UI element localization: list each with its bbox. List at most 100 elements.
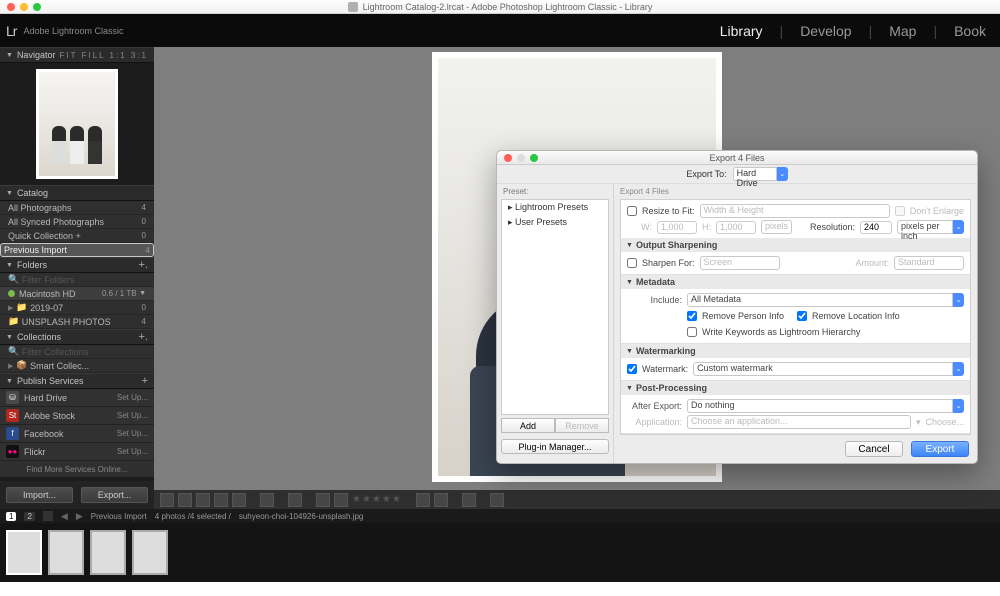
slideshow-icon[interactable] (462, 493, 476, 507)
remove-person-checkbox[interactable] (687, 311, 697, 321)
publish-setup[interactable]: Set Up... (117, 393, 148, 402)
publish-setup[interactable]: Set Up... (117, 447, 148, 456)
remove-location-checkbox[interactable] (797, 311, 807, 321)
catalog-header[interactable]: ▼ Catalog (0, 185, 154, 201)
filmstrip-thumb[interactable] (132, 530, 168, 575)
section-sharpening[interactable]: ▼Output Sharpening (621, 238, 970, 252)
navigator-header[interactable]: ▼ Navigator FIT FILL 1:1 3:1 (0, 47, 154, 63)
import-button[interactable]: Import... (6, 487, 73, 503)
module-develop[interactable]: Develop (800, 23, 851, 39)
preset-list[interactable]: ▸ Lightroom Presets ▸ User Presets (501, 199, 609, 415)
watermark-checkbox[interactable] (627, 364, 637, 374)
catalog-title: Catalog (17, 188, 48, 198)
navigator-preview[interactable] (0, 63, 154, 185)
folder-filter[interactable]: 🔍 Filter Folders (0, 273, 154, 287)
section-metadata[interactable]: ▼Metadata (621, 275, 970, 289)
rotate-left-icon[interactable] (416, 493, 430, 507)
cancel-button[interactable]: Cancel (845, 441, 903, 457)
volume-row[interactable]: Macintosh HD0.6 / 1 TB ▼ (0, 287, 154, 301)
catalog-item-selected[interactable]: Previous Import4 (0, 243, 154, 257)
navigator-zoom-options[interactable]: FIT FILL 1:1 3:1 (60, 51, 148, 60)
module-book[interactable]: Book (954, 23, 986, 39)
rating-stars[interactable]: ★★★★★ (352, 494, 402, 505)
catalog-item[interactable]: All Photographs4 (0, 201, 154, 215)
find-services[interactable]: Find More Services Online... (0, 461, 154, 477)
reject-icon[interactable] (334, 493, 348, 507)
module-picker: Library| Develop| Map| Book (720, 23, 1000, 39)
preset-add-button[interactable]: Add (501, 418, 555, 433)
filmstrip-thumb[interactable] (90, 530, 126, 575)
module-map[interactable]: Map (889, 23, 916, 39)
resize-fit-select[interactable]: Width & Height (700, 204, 890, 218)
collection-filter[interactable]: 🔍 Filter Collections (0, 345, 154, 359)
crop-tool-icon[interactable] (490, 493, 504, 507)
remove-person-label: Remove Person Info (702, 311, 784, 321)
export-confirm-button[interactable]: Export (911, 441, 969, 457)
publish-setup[interactable]: Set Up... (117, 429, 148, 438)
write-keywords-checkbox[interactable] (687, 327, 697, 337)
folder-item[interactable]: 📁 UNSPLASH PHOTOS4 (0, 315, 154, 329)
watermark-select[interactable]: Custom watermark⌄ (693, 362, 964, 376)
export-button[interactable]: Export... (81, 487, 148, 503)
section-postprocess[interactable]: ▼Post-Processing (621, 381, 970, 395)
breadcrumb-source[interactable]: Previous Import (91, 512, 147, 521)
dropdown-icon: ▾ (916, 417, 921, 428)
resize-checkbox[interactable] (627, 206, 637, 216)
publish-item[interactable]: ●●FlickrSet Up... (0, 443, 154, 461)
height-input[interactable] (716, 221, 756, 234)
forward-icon[interactable]: ▶ (76, 511, 83, 522)
publish-item[interactable]: ⛁ Hard Drive Set Up... (0, 389, 154, 407)
publish-setup[interactable]: Set Up... (117, 411, 148, 420)
publish-list: ⛁ Hard Drive Set Up... StAdobe StockSet Up… (0, 389, 154, 477)
filmstrip[interactable] (0, 523, 1000, 582)
collection-item[interactable]: ▶📦 Smart Collec... (0, 359, 154, 373)
folders-header[interactable]: ▼ Folders +. (0, 257, 154, 273)
add-publish-icon[interactable]: + (142, 376, 148, 387)
flag-icon[interactable] (316, 493, 330, 507)
grid-view-icon[interactable] (160, 493, 174, 507)
chevron-down-icon: ▼ (6, 262, 13, 269)
catalog-item[interactable]: All Synced Photographs0 (0, 215, 154, 229)
module-library[interactable]: Library (720, 23, 763, 39)
publish-item[interactable]: StAdobe StockSet Up... (0, 407, 154, 425)
filmstrip-thumb[interactable] (48, 530, 84, 575)
publish-item[interactable]: fFacebookSet Up... (0, 425, 154, 443)
preset-item[interactable]: ▸ User Presets (502, 215, 608, 230)
plugin-manager-button[interactable]: Plug-in Manager... (501, 439, 609, 454)
people-view-icon[interactable] (232, 493, 246, 507)
sort-icon[interactable] (288, 493, 302, 507)
sharpen-checkbox[interactable] (627, 258, 637, 268)
loupe-view-icon[interactable] (178, 493, 192, 507)
resolution-unit-select[interactable]: pixels per inch⌄ (897, 220, 964, 234)
width-input[interactable] (657, 221, 697, 234)
rotate-right-icon[interactable] (434, 493, 448, 507)
settings-scroll[interactable]: Resize to Fit: Width & Height Don't Enla… (620, 199, 971, 435)
mac-titlebar: Lightroom Catalog-2.lrcat - Adobe Photos… (0, 0, 1000, 14)
collections-header[interactable]: ▼ Collections +. (0, 329, 154, 345)
include-select[interactable]: All Metadata⌄ (687, 293, 964, 307)
compare-view-icon[interactable] (196, 493, 210, 507)
folder-item[interactable]: ▶📁 2019-070 (0, 301, 154, 315)
section-watermark[interactable]: ▼Watermarking (621, 344, 970, 358)
export-to-select[interactable]: Hard Drive ⌄ (733, 167, 788, 181)
filmstrip-thumb[interactable] (6, 530, 42, 575)
after-export-select[interactable]: Do nothing⌄ (687, 399, 964, 413)
sharpen-amount-select[interactable]: Standard (894, 256, 964, 270)
screen-indicator-1[interactable]: 1 (6, 512, 16, 521)
grid-icon[interactable] (43, 511, 53, 521)
sharpen-for-select[interactable]: Screen (700, 256, 780, 270)
resolution-input[interactable] (860, 221, 892, 234)
screen-indicator-2[interactable]: 2 (24, 512, 34, 521)
chevron-down-icon: ▼ (626, 279, 633, 286)
size-unit-select[interactable]: pixels (761, 220, 792, 234)
painter-icon[interactable] (260, 493, 274, 507)
survey-view-icon[interactable] (214, 493, 228, 507)
publish-header[interactable]: ▼ Publish Services + (0, 373, 154, 389)
back-icon[interactable]: ◀ (61, 511, 68, 522)
harddrive-icon: ⛁ (6, 391, 19, 404)
preset-item[interactable]: ▸ Lightroom Presets (502, 200, 608, 215)
catalog-item[interactable]: Quick Collection +0 (0, 229, 154, 243)
publish-label: Hard Drive (24, 393, 67, 403)
add-folder-icon[interactable]: +. (139, 260, 148, 271)
add-collection-icon[interactable]: +. (139, 332, 148, 343)
